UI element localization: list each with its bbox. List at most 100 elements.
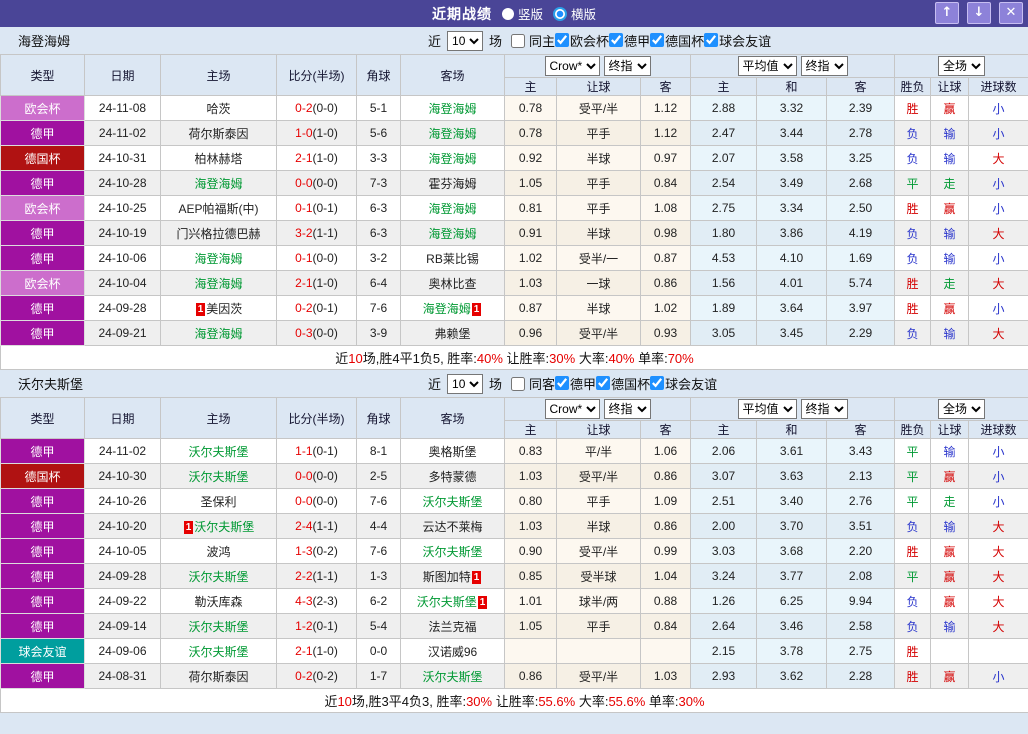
same-venue-filter[interactable]: 同客: [505, 374, 555, 393]
average-select[interactable]: 平均值: [737, 399, 797, 419]
league-checkbox[interactable]: [596, 376, 611, 391]
same-venue-filter[interactable]: 同主: [505, 31, 555, 50]
away-team: 海登海姆: [400, 95, 505, 121]
team-name-text: 波鸿: [206, 544, 231, 559]
radio-checked-icon[interactable]: [553, 6, 567, 21]
result-goals: 大: [968, 588, 1028, 614]
result-handicap: 赢: [930, 563, 970, 589]
handicap-line: 一球: [556, 270, 641, 296]
league-label: 球会友谊: [719, 33, 772, 49]
result-wdl: 平: [894, 170, 932, 196]
odds-home: 1.05: [504, 170, 557, 196]
team-name-text: 海登海姆: [194, 326, 243, 341]
same-venue-label: 同主: [529, 34, 556, 49]
result-goals: 小: [968, 295, 1028, 321]
score-fulltime: 1-0: [295, 126, 313, 140]
table-row: 欧会杯 24-11-08 哈茨 0-2(0-0) 5-1 海登海姆 0.78 受平/半 1.12…: [0, 95, 1028, 121]
recent-count-select[interactable]: 10: [447, 373, 484, 394]
type-badge: 德甲: [0, 120, 85, 146]
same-venue-checkbox[interactable]: [511, 376, 526, 391]
layout-radio-horizontal[interactable]: 横版: [553, 4, 596, 23]
league-checkbox[interactable]: [650, 376, 665, 391]
col-header-score: 比分(半场): [276, 54, 357, 96]
avg-home: 3.05: [690, 320, 757, 346]
bookmaker-select[interactable]: Crow*: [544, 399, 600, 419]
final-odds-select[interactable]: 终指: [603, 399, 651, 419]
league-filter[interactable]: 欧会杯: [555, 31, 609, 50]
col-header-away: 客场: [400, 397, 505, 439]
avg-draw: 3.63: [756, 463, 827, 489]
league-filter[interactable]: 德甲: [609, 31, 650, 50]
odds-home: 0.96: [504, 320, 557, 346]
avg-final-select[interactable]: 终指: [800, 399, 848, 419]
fulltime-select[interactable]: 全场: [938, 56, 986, 76]
score-cell: 1-2(0-1): [276, 613, 357, 639]
result-wdl: 胜: [894, 95, 932, 121]
score-halftime: (1-0): [312, 276, 338, 290]
col-header-avg-draw: 和: [756, 77, 827, 96]
average-select[interactable]: 平均值: [737, 56, 797, 76]
odds-home: 1.01: [504, 588, 557, 614]
league-checkbox[interactable]: [609, 33, 624, 48]
col-header-score: 比分(半场): [276, 397, 357, 439]
match-date: 24-10-05: [84, 538, 161, 564]
team-name-text: 霍芬海姆: [428, 176, 477, 191]
avg-away: 2.29: [825, 320, 896, 346]
score-fulltime: 3-2: [295, 226, 313, 240]
avg-home: 2.75: [690, 195, 757, 221]
recent-count-select[interactable]: 10: [447, 30, 484, 51]
odds-away: 1.12: [640, 95, 691, 121]
table-row: 德甲 24-11-02 沃尔夫斯堡 1-1(0-1) 8-1 奥格斯堡 0.83 平/半 1.0…: [0, 438, 1028, 464]
avg-draw: 3.64: [756, 295, 827, 321]
team-name-text: 沃尔夫斯堡: [188, 619, 249, 634]
result-goals: 大: [968, 320, 1028, 346]
result-handicap: 输: [930, 245, 970, 271]
league-filter[interactable]: 球会友谊: [704, 31, 771, 50]
score-fulltime: 4-3: [295, 594, 313, 608]
league-filter[interactable]: 德国杯: [596, 374, 650, 393]
type-badge: 德甲: [0, 513, 85, 539]
summary-text: 近10场,胜3平4负3, 胜率:30% 让胜率:55.6% 大率:55.6% 单…: [0, 688, 1028, 713]
match-date: 24-10-25: [84, 195, 161, 221]
score-halftime: (0-1): [312, 619, 338, 633]
league-checkbox[interactable]: [555, 376, 570, 391]
final-odds-select[interactable]: 终指: [603, 56, 651, 76]
league-checkbox[interactable]: [704, 33, 719, 48]
radio-icon[interactable]: [501, 7, 514, 20]
result-handicap: 赢: [930, 663, 970, 689]
fulltime-select[interactable]: 全场: [938, 399, 986, 419]
handicap-line: 平/半: [556, 438, 641, 464]
league-filter[interactable]: 德甲: [555, 374, 596, 393]
titlebar-center: 近期战绩 竖版 横版: [0, 4, 1028, 24]
type-badge: 德甲: [0, 220, 85, 246]
league-filter[interactable]: 球会友谊: [650, 374, 717, 393]
avg-away: 2.75: [825, 638, 896, 664]
score-cell: 2-1(1-0): [276, 145, 357, 171]
avg-final-select[interactable]: 终指: [800, 56, 848, 76]
home-team: 波鸿: [160, 538, 277, 564]
handicap-line: 半球: [556, 220, 641, 246]
league-checkbox[interactable]: [555, 33, 570, 48]
move-up-button[interactable]: ↑: [935, 2, 959, 24]
red-card-badge: 1: [471, 570, 482, 584]
type-badge: 德甲: [0, 538, 85, 564]
avg-draw: 4.10: [756, 245, 827, 271]
table-row: 德甲 24-10-26 圣保利 0-0(0-0) 7-6 沃尔夫斯堡 0.80 平手 1.09 2…: [0, 488, 1028, 514]
away-team: 沃尔夫斯堡: [400, 488, 505, 514]
result-goals: 小: [968, 488, 1028, 514]
league-checkbox[interactable]: [650, 33, 665, 48]
score-cell: 0-1(0-1): [276, 195, 357, 221]
result-wdl: 平: [894, 438, 932, 464]
summary-segment: 10: [348, 351, 363, 366]
bookmaker-select[interactable]: Crow*: [544, 56, 600, 76]
move-down-button[interactable]: ↓: [967, 2, 991, 24]
close-button[interactable]: ✕: [999, 2, 1023, 24]
result-wdl: 负: [894, 120, 932, 146]
table-row: 德甲 24-08-31 荷尔斯泰因 0-2(0-2) 1-7 沃尔夫斯堡 0.86 受平/半 1…: [0, 663, 1028, 689]
layout-radio-vertical[interactable]: 竖版: [501, 4, 543, 23]
league-filter[interactable]: 德国杯: [650, 31, 704, 50]
score-halftime: (1-1): [312, 519, 338, 533]
team-name-text: 海登海姆: [194, 251, 243, 266]
table-row: 德甲 24-10-05 波鸿 1-3(0-2) 7-6 沃尔夫斯堡 0.90 受平/半 0.99…: [0, 538, 1028, 564]
same-venue-checkbox[interactable]: [511, 33, 526, 48]
